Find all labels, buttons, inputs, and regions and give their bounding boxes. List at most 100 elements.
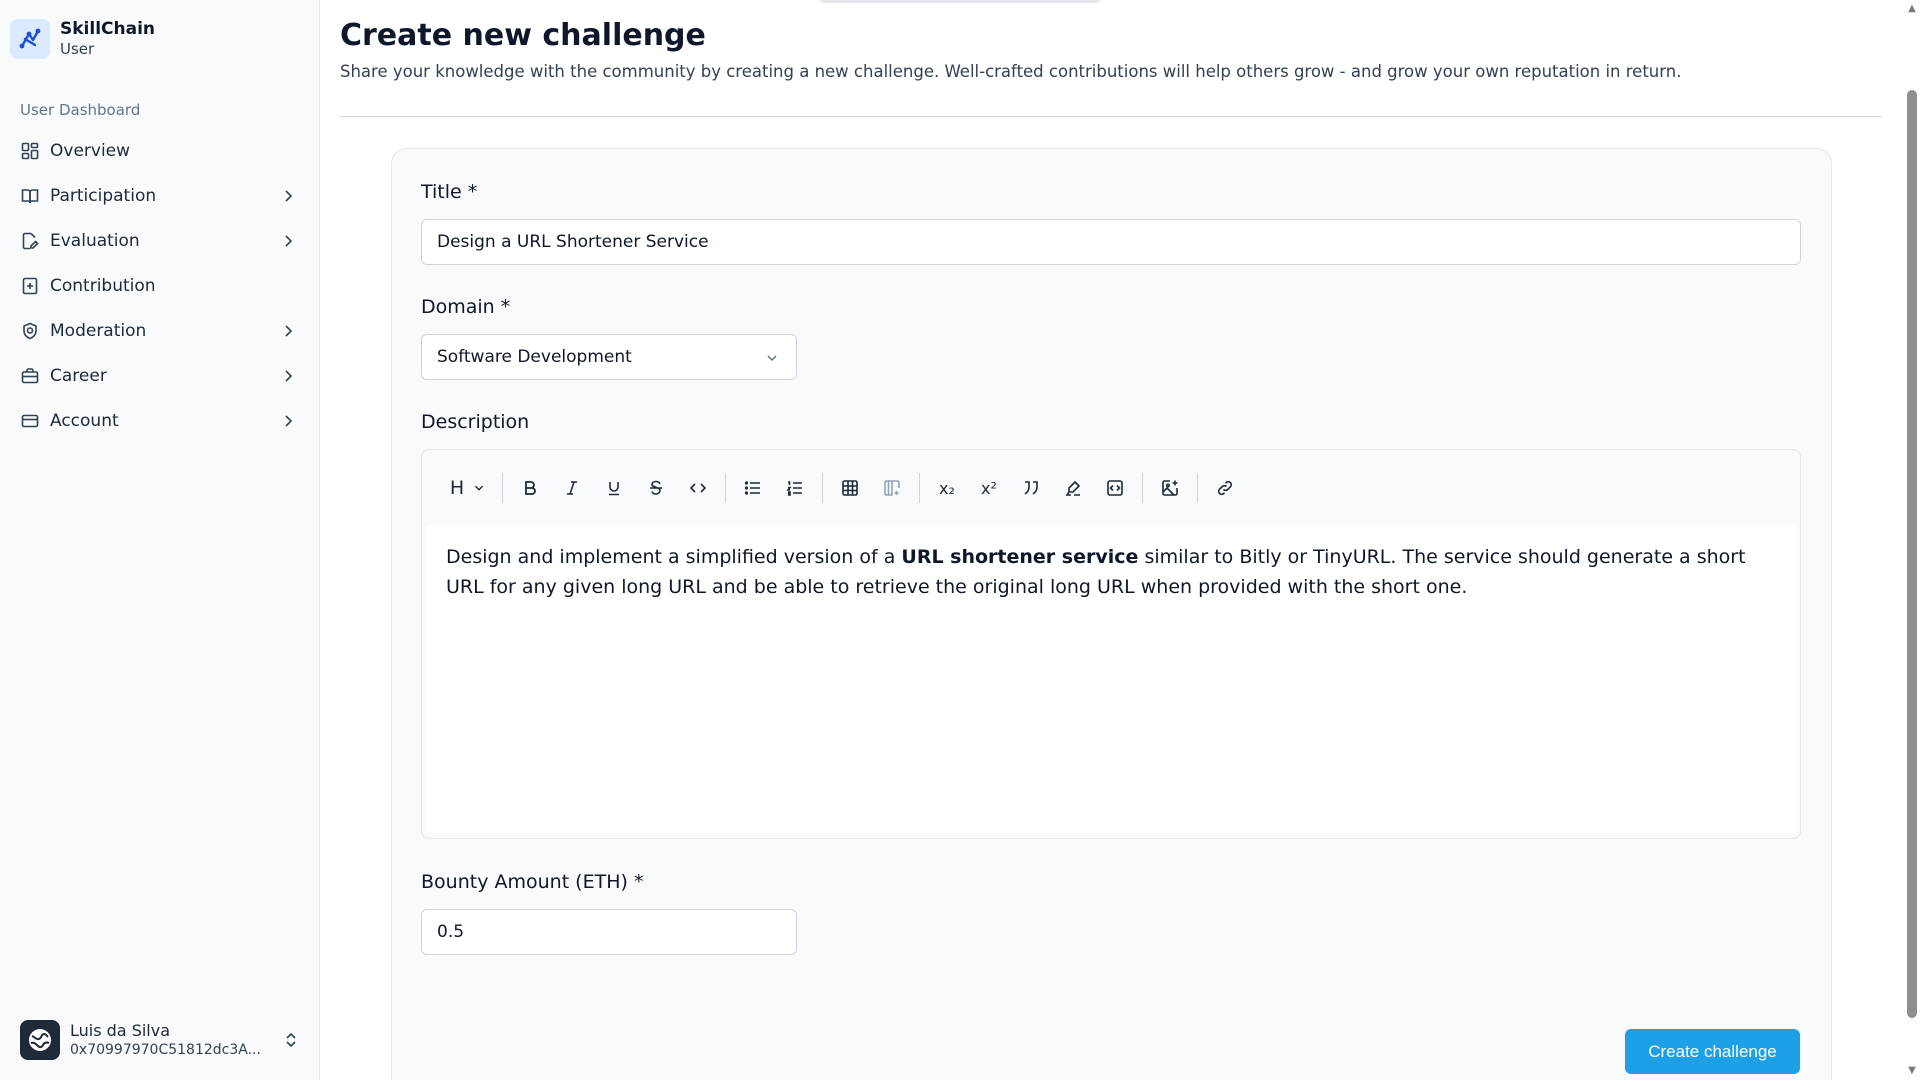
chevrons-up-down-icon [286,1032,296,1048]
strikethrough-icon [650,480,662,495]
subscript-button[interactable]: x₂ [926,469,968,507]
sidebar-item-label: Career [50,365,107,386]
chevron-right-icon [285,414,293,427]
link-icon [1217,480,1233,496]
sidebar-item-label: Overview [50,140,131,161]
user-menu[interactable]: Luis da Silva 0x70997970C51812dc3A... [20,1020,300,1060]
superscript-button[interactable]: x² [968,469,1010,507]
scroll-up-icon[interactable]: ▲ [1906,4,1918,14]
description-text: Design and implement a simplified versio… [446,546,902,568]
highlight-button[interactable] [1052,469,1094,507]
title-input[interactable]: Design a URL Shortener Service [421,219,1801,265]
toolbar-separator [1142,473,1143,503]
scroll-down-icon[interactable]: ▼ [1906,1066,1918,1076]
sidebar-item-overview[interactable]: Overview [10,128,306,173]
book-open-icon [20,186,40,206]
sidebar-nav: Overview Participation Evaluation Contri… [10,128,306,443]
toolbar-separator [502,473,503,503]
italic-icon [567,481,577,495]
heading-label: H [449,477,465,499]
create-challenge-button[interactable]: Create challenge [1625,1029,1800,1074]
avatar [20,1020,60,1060]
toolbar-separator [822,473,823,503]
toolbar-separator [919,473,920,503]
toolbar-separator [1197,473,1198,503]
insert-link-button[interactable] [1204,469,1246,507]
insert-table-button[interactable] [829,469,871,507]
blockquote-button[interactable] [1010,469,1052,507]
bullet-list-button[interactable] [732,469,774,507]
sidebar-item-label: Participation [50,185,157,206]
sidebar-item-label: Contribution [50,275,156,296]
divider [340,116,1882,117]
chevron-right-icon [285,324,293,337]
file-edit-icon [20,231,40,251]
square-plus-icon [20,276,40,296]
italic-button[interactable] [551,469,593,507]
image-plus-icon [1162,480,1178,496]
bullet-list-icon [744,481,760,495]
subscript-icon: x₂ [939,478,955,498]
sidebar-item-label: Account [50,410,119,431]
shield-check-icon [20,321,40,341]
chevron-down-icon [475,485,484,491]
bounty-input[interactable]: 0.5 [421,909,797,955]
editor-toolbar: H x₂ x² [422,450,1800,526]
chevron-right-icon [285,234,293,247]
page-title: Create new challenge [340,18,706,53]
title-label: Title * [421,181,478,203]
bold-icon [525,481,536,495]
bold-button[interactable] [509,469,551,507]
underline-button[interactable] [593,469,635,507]
chevron-right-icon [285,369,293,382]
ordered-list-icon [786,481,802,496]
credit-card-icon [20,411,40,431]
sidebar-item-label: Moderation [50,320,147,341]
sidebar: SkillChain User User Dashboard Overview … [0,0,320,1080]
table-column-icon [884,480,900,496]
insert-image-button[interactable] [1149,469,1191,507]
brand-name: SkillChain [60,19,156,39]
bounty-label: Bounty Amount (ETH) * [421,871,644,893]
toolbar-separator [725,473,726,503]
code-button[interactable] [677,469,719,507]
user-name: Luis da Silva [70,1021,171,1040]
scrollbar-thumb[interactable] [1907,90,1917,1018]
heading-dropdown[interactable]: H [440,469,496,507]
highlighter-icon [1065,480,1081,496]
sidebar-item-career[interactable]: Career [10,353,306,398]
superscript-icon: x² [981,478,997,498]
rich-text-editor: H x₂ x² Design and implement a simplifie… [421,449,1801,839]
page-subtitle: Share your knowledge with the community … [340,62,1682,81]
sidebar-item-moderation[interactable]: Moderation [10,308,306,353]
strikethrough-button[interactable] [635,469,677,507]
quote-icon [1024,481,1038,495]
code-block-icon [1107,480,1123,496]
skillchain-logo-icon [10,19,50,59]
domain-label: Domain * [421,296,511,318]
ordered-list-button[interactable] [774,469,816,507]
description-editor-content[interactable]: Design and implement a simplified versio… [426,526,1796,834]
description-bold-text: URL shortener service [901,546,1139,568]
code-icon [689,483,707,493]
sidebar-item-contribution[interactable]: Contribution [10,263,306,308]
table-icon [842,480,858,496]
sidebar-item-account[interactable]: Account [10,398,306,443]
sidebar-item-participation[interactable]: Participation [10,173,306,218]
chevron-right-icon [285,189,293,202]
domain-select-value: Software Development [437,347,632,367]
code-block-button[interactable] [1094,469,1136,507]
sidebar-item-label: Evaluation [50,230,140,251]
chevron-down-icon [767,355,777,362]
domain-select[interactable]: Software Development [421,334,797,380]
underline-icon [609,482,619,496]
brand-role: User [60,40,95,58]
top-handle [820,0,1100,3]
table-column-button[interactable] [871,469,913,507]
description-label: Description [421,411,530,433]
briefcase-icon [20,366,40,386]
sidebar-item-evaluation[interactable]: Evaluation [10,218,306,263]
brand[interactable]: SkillChain User [10,19,155,59]
layout-grid-icon [20,141,40,161]
sidebar-group-label: User Dashboard [20,101,141,119]
